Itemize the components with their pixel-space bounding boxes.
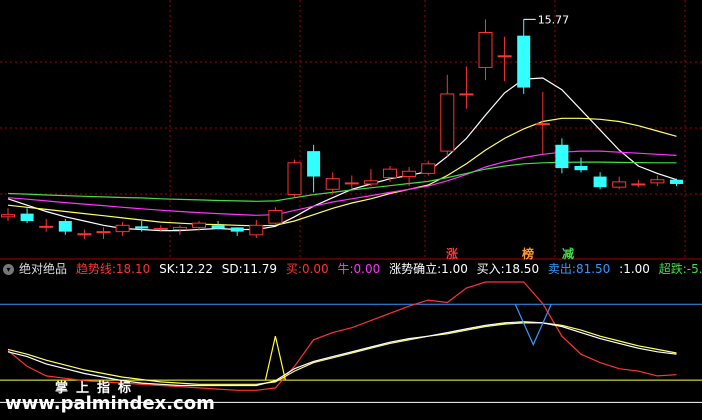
candle [39,218,54,232]
candle-body [1,214,15,218]
candle [612,176,627,190]
field-sell-out: 卖出:81.50 [547,262,611,276]
candle-body [135,226,149,229]
field-trend-confirm: 涨势确立:1.00 [389,262,468,276]
candle-body [325,178,340,190]
candle-body [249,224,264,236]
candle-body [172,226,187,231]
candle [249,219,264,238]
candle-body [440,93,455,152]
field-oversold: 超跌:-5.95 [658,262,702,276]
moving-average-lines [7,77,677,232]
candle-body [192,222,206,228]
high-price-marker: 15.77 [523,13,570,26]
candle [593,172,607,190]
candle-body [593,176,607,188]
candle [459,66,474,109]
candle [631,179,646,188]
candle-body [497,55,512,58]
candle-body [459,93,474,96]
candle [363,169,378,187]
sk-line [7,321,677,387]
candle-body [115,224,130,233]
candle [58,218,72,235]
candle [497,36,512,82]
candle [478,19,493,81]
candle-body [344,182,359,185]
field-bull: 牛:0.00 [337,262,381,276]
candle [307,144,321,193]
candle [421,160,436,176]
candle [555,138,569,174]
ma-white [7,77,677,232]
indicator-title[interactable]: 绝对绝品 [19,262,67,276]
candle-body [268,209,283,224]
candle [20,208,34,224]
candle-body [77,233,92,236]
candle-body [478,31,493,68]
chart-stage: 15.77 [0,0,702,403]
high-price-label: 15.77 [538,13,570,26]
candle [344,175,359,189]
candle [77,229,92,240]
candle [670,178,683,187]
chevron-down-icon[interactable]: ▾ [3,264,14,275]
candle-body [39,225,54,228]
candle [211,221,225,230]
candle [440,74,455,157]
indicator-header: ▾ 绝对绝品 趋势线:18.10 SK:12.22 SD:11.79 买:0.00… [0,260,702,278]
buy-trigger-spike [264,336,286,381]
field-buy-in: 买入:18.50 [476,262,540,276]
candle-body [211,225,225,229]
candle-body [153,227,168,230]
candle [230,227,244,236]
candle-body [402,170,417,178]
candle-body [287,162,302,196]
candle-body [535,123,550,126]
candle-body [96,231,111,234]
candle-body [670,179,683,184]
candle [574,157,588,173]
candle-body [421,163,436,174]
field-sk: SK:12.22 [159,262,213,276]
candle [1,208,15,222]
candle-body [612,181,627,188]
candle-body [20,213,34,222]
candle-body [517,35,531,88]
sell-trigger-dip [514,304,552,347]
field-buy: 买:0.00 [285,262,329,276]
price-panel-grid [0,0,702,258]
field-blank: :1.00 [619,262,650,276]
field-sd: SD:11.79 [221,262,278,276]
candle-body [58,221,72,232]
candle-body [230,227,244,232]
candle-body [363,180,378,185]
candle [96,227,111,240]
candle [287,159,302,197]
candle-body [555,144,569,169]
candle-body [574,165,588,171]
candle-body [650,179,665,184]
field-trend: 趋势线:18.10 [75,262,151,276]
candle [115,222,130,236]
candle [650,175,665,187]
candle [268,207,283,225]
candle-body [383,168,397,179]
candle-body [631,183,646,186]
candle-body [307,151,321,177]
candle [517,19,531,94]
ma-yellow [7,117,677,227]
watermark-url: www.palmindex.com [5,393,215,414]
